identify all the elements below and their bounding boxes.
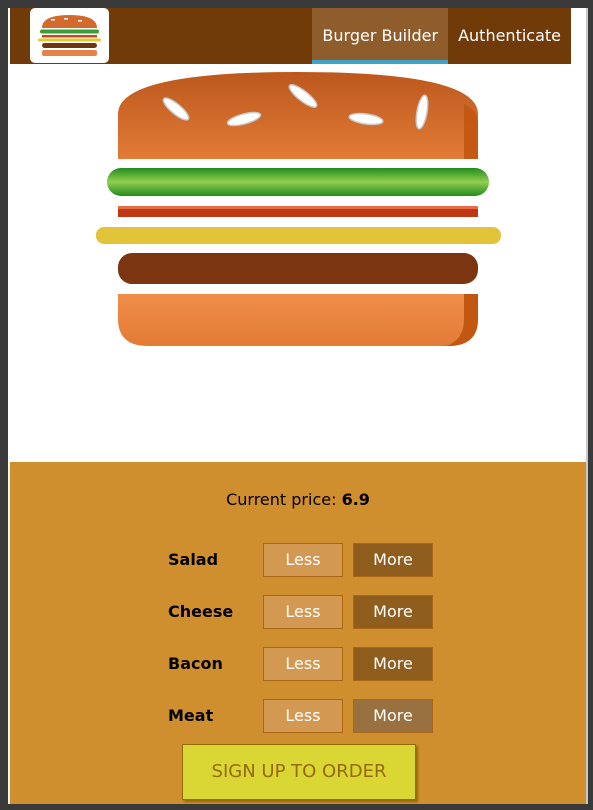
control-row-cheese: Cheese Less More xyxy=(168,595,438,629)
bread-top xyxy=(118,72,478,159)
control-label-bacon: Bacon xyxy=(168,654,223,673)
app-frame: Burger Builder Authenticate Current pric… xyxy=(8,8,588,804)
bacon-more-button[interactable]: More xyxy=(353,647,433,681)
main-nav: Burger Builder Authenticate xyxy=(312,8,571,64)
control-row-bacon: Bacon Less More xyxy=(168,647,438,681)
control-label-cheese: Cheese xyxy=(168,602,234,621)
burger-preview xyxy=(8,64,586,462)
price-value: 6.9 xyxy=(341,490,370,509)
control-label-meat: Meat xyxy=(168,706,214,725)
bacon-less-button[interactable]: Less xyxy=(263,647,343,681)
ingredient-meat xyxy=(118,253,478,284)
ingredient-cheese xyxy=(96,227,501,244)
current-price: Current price: 6.9 xyxy=(10,490,586,509)
toolbar: Burger Builder Authenticate xyxy=(10,8,571,64)
control-row-meat: Meat Less More xyxy=(168,699,438,733)
salad-less-button[interactable]: Less xyxy=(263,543,343,577)
nav-authenticate[interactable]: Authenticate xyxy=(448,8,571,64)
ingredient-salad xyxy=(107,168,489,196)
meat-less-button[interactable]: Less xyxy=(263,699,343,733)
salad-more-button[interactable]: More xyxy=(353,543,433,577)
nav-burger-builder[interactable]: Burger Builder xyxy=(312,8,449,64)
burger-logo-icon xyxy=(30,8,109,63)
meat-more-button[interactable]: More xyxy=(353,699,433,733)
control-row-salad: Salad Less More xyxy=(168,543,438,577)
order-button[interactable]: SIGN UP TO ORDER xyxy=(182,744,416,800)
cheese-less-button[interactable]: Less xyxy=(263,595,343,629)
control-label-salad: Salad xyxy=(168,550,219,569)
cheese-more-button[interactable]: More xyxy=(353,595,433,629)
build-controls: Current price: 6.9 Salad Less More Chees… xyxy=(10,462,586,804)
bread-bottom xyxy=(118,294,478,346)
price-label: Current price: xyxy=(226,490,337,509)
